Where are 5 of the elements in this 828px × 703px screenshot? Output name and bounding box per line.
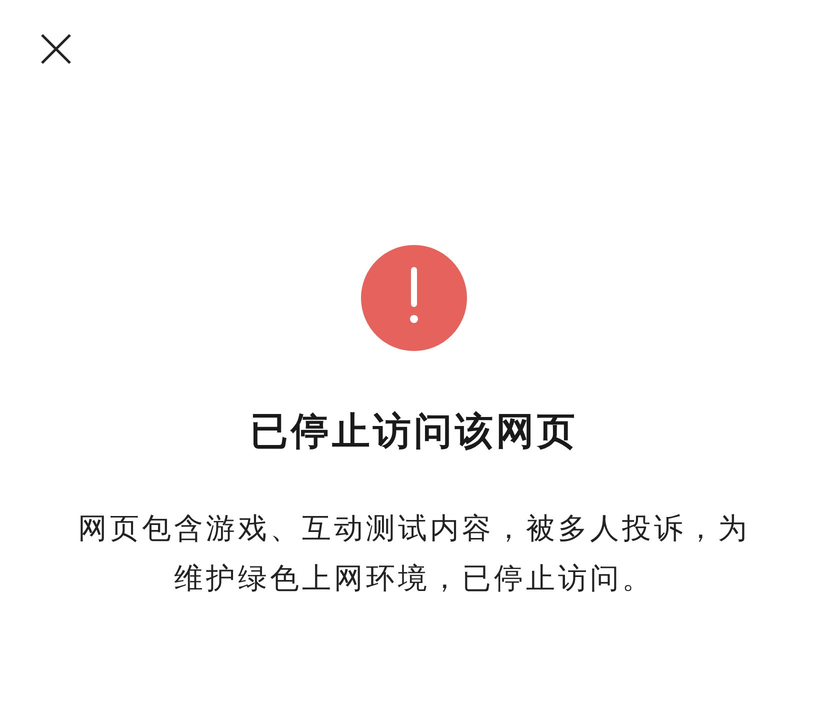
message-text: 网页包含游戏、互动测试内容，被多人投诉，为维护绿色上网环境，已停止访问。: [77, 510, 751, 597]
page-title: 已停止访问该网页: [250, 409, 578, 455]
close-button[interactable]: [39, 32, 73, 66]
warning-icon: [361, 245, 467, 351]
close-icon: [39, 32, 73, 66]
